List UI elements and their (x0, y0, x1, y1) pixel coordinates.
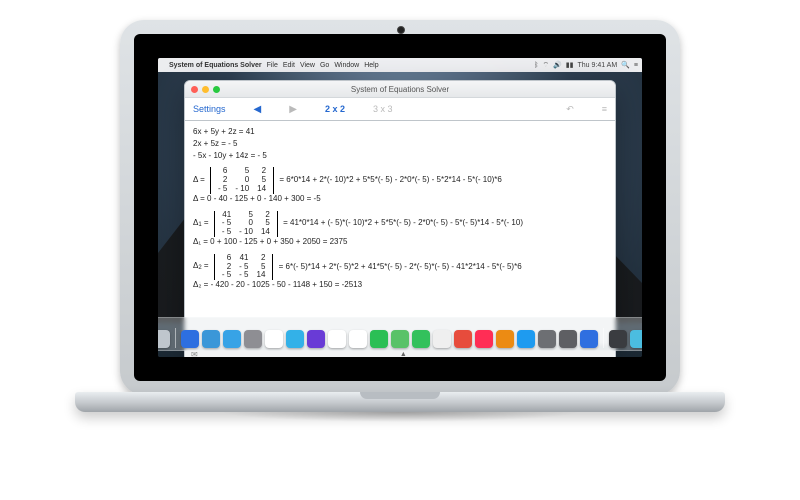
delta1-label: Δ1 = (193, 218, 209, 229)
wifi-icon[interactable]: ⌔ (542, 61, 549, 70)
mode-2x2[interactable]: 2 x 2 (325, 104, 345, 114)
dock-app-0[interactable] (158, 330, 170, 348)
dock-app-14[interactable] (454, 330, 472, 348)
window-toolbar: Settings ◀ ▶ 2 x 2 3 x 3 ↶ ≡ (185, 98, 615, 121)
dock-app-5[interactable] (265, 330, 283, 348)
delta2-label: Δ2 = (193, 261, 209, 272)
menu-help[interactable]: Help (364, 62, 378, 69)
bluetooth-icon[interactable]: ᛒ (534, 62, 538, 69)
content-area: 6x + 5y + 2z = 41 2x + 5z = - 5 - 5x - 1… (185, 121, 615, 346)
delta-matrix: 652205- 5- 1014 (207, 167, 277, 193)
menubar-clock[interactable]: Thu 9:41 AM (577, 62, 617, 69)
delta1-result: Δ₁ = 0 + 100 - 125 + 0 + 350 + 2050 = 23… (193, 237, 607, 248)
dock-app-15[interactable] (475, 330, 493, 348)
dock-app-6[interactable] (286, 330, 304, 348)
trackpad-notch (360, 392, 440, 399)
macos-menubar[interactable]: System of Equations Solver File Edit Vie… (158, 58, 642, 72)
dock-app-18[interactable] (538, 330, 556, 348)
forward-button[interactable]: ▶ (289, 104, 297, 115)
desktop-screen: System of Equations Solver File Edit Vie… (158, 58, 642, 357)
menubar-right: ᛒ ⌔ 🔊 ▮▮ Thu 9:41 AM 🔍 ≡ (534, 61, 638, 70)
menu-edit[interactable]: Edit (283, 62, 295, 69)
delta2-matrix: 64122- 55- 5- 514 (211, 254, 277, 280)
dock-app-3[interactable] (223, 330, 241, 348)
delta2-result: Δ₂ = - 420 - 20 - 1025 - 50 - 1148 + 150… (193, 280, 607, 291)
delta1-block: Δ1 = 4152- 505- 5- 1014 = 41*0*14 + (- 5… (193, 211, 607, 248)
more-button[interactable]: ≡ (602, 104, 607, 114)
equation-1: 6x + 5y + 2z = 41 (193, 127, 607, 138)
laptop-lid: System of Equations Solver File Edit Vie… (120, 20, 680, 395)
close-button[interactable] (191, 86, 198, 93)
battery-icon[interactable]: ▮▮ (566, 61, 574, 69)
dock-app-2[interactable] (202, 330, 220, 348)
undo-button[interactable]: ↶ (566, 104, 574, 115)
dock-app-11[interactable] (391, 330, 409, 348)
menubar-app-name[interactable]: System of Equations Solver (169, 62, 262, 69)
dock-app-13[interactable] (433, 330, 451, 348)
delta-expansion: = 6*0*14 + 2*(- 10)*2 + 5*5*(- 5) - 2*0*… (279, 175, 502, 186)
delta-result: Δ = 0 - 40 - 125 + 0 - 140 + 300 = -5 (193, 194, 607, 205)
dock-app-16[interactable] (496, 330, 514, 348)
dock-app-21[interactable] (609, 330, 627, 348)
delta2-expansion: = 6*(- 5)*14 + 2*(- 5)*2 + 41*5*(- 5) - … (279, 262, 522, 273)
app-window: System of Equations Solver Settings ◀ ▶ … (184, 80, 616, 357)
delta-label: Δ = (193, 175, 205, 186)
speaker-icon[interactable]: 🔊 (553, 61, 562, 69)
macbook: System of Equations Solver File Edit Vie… (120, 20, 680, 440)
equation-2: 2x + 5z = - 5 (193, 139, 607, 150)
dock-app-8[interactable] (328, 330, 346, 348)
equation-3: - 5x - 10y + 14z = - 5 (193, 151, 607, 162)
settings-button[interactable]: Settings (193, 104, 226, 114)
dock-app-12[interactable] (412, 330, 430, 348)
laptop-shadow (220, 412, 580, 422)
camera-icon (397, 26, 405, 34)
spotlight-icon[interactable]: 🔍 (621, 61, 630, 69)
window-title: System of Equations Solver (185, 85, 615, 94)
back-button[interactable]: ◀ (254, 104, 262, 115)
dock[interactable] (158, 317, 642, 351)
menu-file[interactable]: File (267, 62, 278, 69)
zoom-button[interactable] (213, 86, 220, 93)
expand-icon[interactable]: ▲ (198, 351, 609, 358)
window-titlebar[interactable]: System of Equations Solver (185, 81, 615, 98)
dock-app-22[interactable] (630, 330, 642, 348)
dock-app-10[interactable] (370, 330, 388, 348)
minimize-button[interactable] (202, 86, 209, 93)
notifications-icon[interactable]: ≡ (634, 62, 638, 69)
mode-3x3[interactable]: 3 x 3 (373, 104, 393, 114)
laptop-base (75, 392, 725, 412)
dock-app-7[interactable] (307, 330, 325, 348)
delta2-block: Δ2 = 64122- 55- 5- 514 = 6*(- 5)*14 + 2*… (193, 254, 607, 291)
dock-app-4[interactable] (244, 330, 262, 348)
dock-app-19[interactable] (559, 330, 577, 348)
menu-view[interactable]: View (300, 62, 315, 69)
dock-app-20[interactable] (580, 330, 598, 348)
traffic-lights (185, 86, 226, 93)
delta1-expansion: = 41*0*14 + (- 5)*(- 10)*2 + 5*5*(- 5) -… (283, 218, 523, 229)
dock-app-17[interactable] (517, 330, 535, 348)
delta1-matrix: 4152- 505- 5- 1014 (211, 211, 281, 237)
menu-go[interactable]: Go (320, 62, 329, 69)
delta-block: Δ = 652205- 5- 1014 = 6*0*14 + 2*(- 10)*… (193, 167, 607, 204)
screen-bezel: System of Equations Solver File Edit Vie… (134, 34, 666, 381)
dock-app-9[interactable] (349, 330, 367, 348)
menu-window[interactable]: Window (334, 62, 359, 69)
dock-app-1[interactable] (181, 330, 199, 348)
menubar-left: System of Equations Solver File Edit Vie… (162, 62, 379, 69)
